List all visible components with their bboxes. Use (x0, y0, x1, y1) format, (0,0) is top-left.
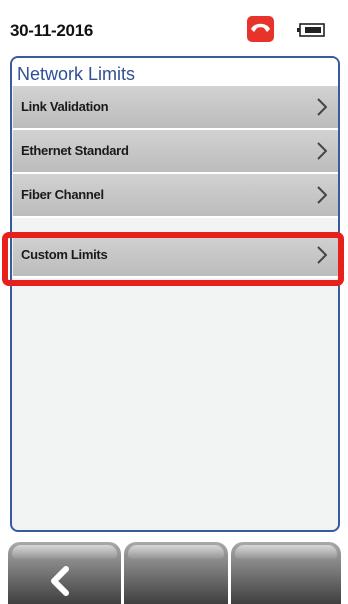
soft-key-middle-button[interactable] (124, 542, 228, 604)
menu-item-custom-limits[interactable]: Custom Limits (13, 234, 338, 278)
chevron-right-icon (317, 142, 328, 165)
menu-item-label: Ethernet Standard (21, 143, 129, 158)
button-shine (235, 545, 337, 559)
battery-icon (297, 23, 325, 42)
chevron-right-icon (317, 98, 328, 121)
soft-key-right-button[interactable] (231, 542, 341, 604)
menu-item-label: Link Validation (21, 99, 109, 114)
screen: 30-11-2016 Network Limits Link Validatio… (0, 0, 348, 604)
back-button[interactable] (8, 542, 121, 604)
menu-item-link-validation[interactable]: Link Validation (13, 86, 338, 130)
menu-item-ethernet-standard[interactable]: Ethernet Standard (13, 130, 338, 174)
panel-title: Network Limits (12, 58, 338, 86)
menu-item-label: Fiber Channel (21, 187, 104, 202)
back-arrow-icon (48, 566, 72, 601)
status-bar: 30-11-2016 (0, 0, 348, 54)
network-limits-panel: Network Limits Link Validation Ethernet … (10, 56, 340, 532)
date-label: 30-11-2016 (10, 21, 94, 40)
menu-item-label: Custom Limits (21, 247, 108, 262)
menu-item-fiber-channel[interactable]: Fiber Channel (13, 174, 338, 218)
chevron-right-icon (317, 246, 328, 269)
bottom-soft-keys (0, 534, 348, 604)
chevron-right-icon (317, 186, 328, 209)
phone-hangup-icon[interactable] (247, 16, 274, 42)
button-shine (128, 545, 224, 559)
button-shine (12, 545, 117, 559)
